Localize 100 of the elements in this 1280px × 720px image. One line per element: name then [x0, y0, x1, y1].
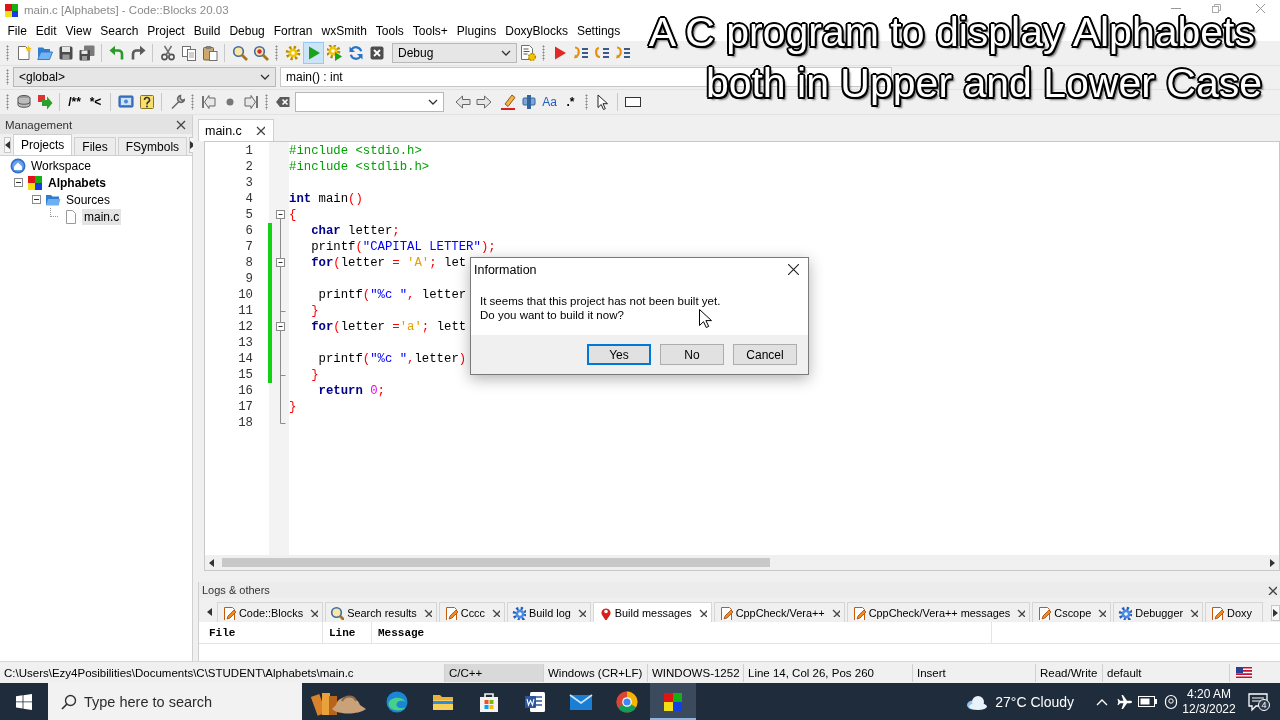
close-icon[interactable] [698, 608, 707, 617]
log-tab[interactable]: CppCheck/Vera++ [713, 602, 845, 622]
close-icon[interactable] [1190, 608, 1199, 617]
close-icon[interactable] [788, 264, 799, 275]
document-gear-icon[interactable] [519, 44, 536, 61]
close-icon[interactable] [1268, 585, 1277, 595]
log-tab[interactable]: Search results [325, 602, 437, 622]
close-icon[interactable] [492, 608, 500, 617]
refresh-icon[interactable] [347, 44, 364, 61]
menu-item[interactable]: Build [189, 23, 225, 38]
log-tab[interactable]: Doxy [1205, 602, 1263, 622]
search-icon[interactable] [231, 44, 248, 61]
copy-icon[interactable] [180, 44, 197, 61]
new-file-icon[interactable] [15, 44, 32, 61]
line-comment-button[interactable]: *< [85, 91, 106, 113]
menu-item[interactable]: Plugins [452, 23, 501, 38]
log-tab[interactable]: Code::Blocks [217, 602, 324, 622]
close-icon[interactable] [1017, 608, 1026, 617]
redo-icon[interactable] [129, 44, 146, 61]
camera-icon[interactable] [1163, 693, 1178, 710]
tag-x-icon[interactable] [274, 94, 291, 110]
menu-item[interactable]: Fortran [269, 23, 317, 38]
undo-icon[interactable] [108, 44, 125, 61]
block-comment-button[interactable]: /** [64, 91, 85, 113]
build-target-dropdown[interactable]: Debug [392, 42, 517, 63]
close-icon[interactable] [1098, 608, 1107, 617]
arrow-bar-right-icon[interactable] [242, 94, 259, 110]
arrow-left-icon[interactable] [454, 94, 471, 110]
log-tab[interactable]: Build messages [592, 602, 712, 622]
log-tab[interactable]: Build log [507, 602, 591, 622]
scope-dropdown[interactable]: <global> [13, 67, 276, 88]
dialog-button[interactable]: Cancel [733, 344, 797, 365]
cylinder-icon[interactable] [15, 94, 32, 110]
gear-icon[interactable] [284, 44, 301, 61]
triangle-left-icon[interactable] [206, 608, 212, 616]
gear-play-icon[interactable] [326, 44, 343, 61]
arrow-bar-left-icon[interactable] [200, 94, 217, 110]
regex-button[interactable]: .* [560, 91, 581, 113]
arrow-block-icon[interactable] [36, 94, 53, 110]
save-all-icon[interactable] [78, 44, 95, 61]
horizontal-scrollbar[interactable] [205, 555, 1279, 570]
notification-icon[interactable] [1248, 691, 1268, 712]
panel-tab[interactable]: Files [74, 137, 116, 155]
file-tab[interactable]: main.c [198, 119, 274, 141]
menu-item[interactable]: View [61, 23, 96, 38]
close-icon[interactable] [255, 126, 265, 135]
run-button[interactable] [303, 41, 324, 64]
dialog-button[interactable]: No [660, 344, 724, 365]
arrow-list-icon[interactable] [572, 44, 589, 61]
clipboard-icon[interactable] [201, 44, 218, 61]
airplane-icon[interactable] [1116, 693, 1133, 710]
cursor-icon[interactable] [594, 94, 611, 110]
search-field[interactable]: Type here to search [48, 683, 302, 720]
scrollbar-thumb[interactable] [222, 558, 770, 567]
window-panes-icon[interactable] [16, 693, 32, 710]
collapse-icon[interactable] [13, 178, 23, 187]
monitor-icon[interactable] [117, 94, 134, 110]
arrow-right-icon[interactable] [475, 94, 492, 110]
tree-item[interactable]: main.c [82, 208, 122, 225]
menu-item[interactable]: wxSmith [316, 23, 372, 38]
tree-item[interactable]: Workspace [29, 157, 93, 174]
chevron-up-icon[interactable] [1095, 697, 1108, 706]
menu-item[interactable]: Project [142, 23, 190, 38]
log-tab[interactable]: Debugger [1113, 602, 1204, 622]
log-tab[interactable]: CppCheck/Vera++ messages [846, 602, 1031, 622]
close-icon[interactable] [831, 608, 840, 617]
menu-item[interactable]: Tools+ [408, 23, 453, 38]
magnifier-dot-icon[interactable] [252, 44, 269, 61]
tab-scroll-right-button[interactable] [1271, 605, 1280, 621]
close-icon[interactable] [310, 608, 319, 617]
triangle-left-icon[interactable] [209, 558, 214, 567]
save-icon[interactable] [57, 44, 74, 61]
dialog-button[interactable]: Yes [587, 344, 651, 365]
tab-scroll-left-button[interactable] [4, 137, 11, 153]
curve-list-icon[interactable] [593, 44, 610, 61]
menu-item[interactable]: Edit [31, 23, 62, 38]
panel-tab[interactable]: Projects [13, 134, 73, 155]
menu-item[interactable]: Tools [371, 23, 409, 38]
close-icon[interactable] [577, 608, 586, 617]
x-square-icon[interactable] [368, 44, 385, 61]
menu-item[interactable]: DoxyBlocks [500, 23, 573, 38]
menu-item[interactable]: File [3, 23, 32, 38]
close-icon[interactable] [423, 608, 432, 617]
tree-item[interactable]: Sources [64, 191, 113, 208]
battery-icon[interactable] [1137, 696, 1158, 707]
highlighter-icon[interactable] [499, 94, 516, 110]
stamp-icon[interactable] [520, 94, 537, 110]
log-tab[interactable]: Cccc [438, 602, 505, 622]
menu-item[interactable]: Search [95, 23, 143, 38]
arrow-list-icon[interactable] [614, 44, 631, 61]
triangle-right-icon[interactable] [1270, 558, 1275, 567]
close-icon[interactable] [176, 119, 186, 130]
menu-item[interactable]: Debug [224, 23, 270, 38]
menu-item[interactable]: Settings [572, 23, 625, 38]
help-icon[interactable] [138, 94, 155, 110]
panel-tab[interactable]: FSymbols [117, 137, 188, 155]
taskbar-button[interactable] [650, 683, 696, 720]
rectangle-icon[interactable] [624, 94, 641, 110]
collapse-icon[interactable] [31, 195, 41, 204]
log-tab[interactable]: Cscope [1032, 602, 1112, 622]
